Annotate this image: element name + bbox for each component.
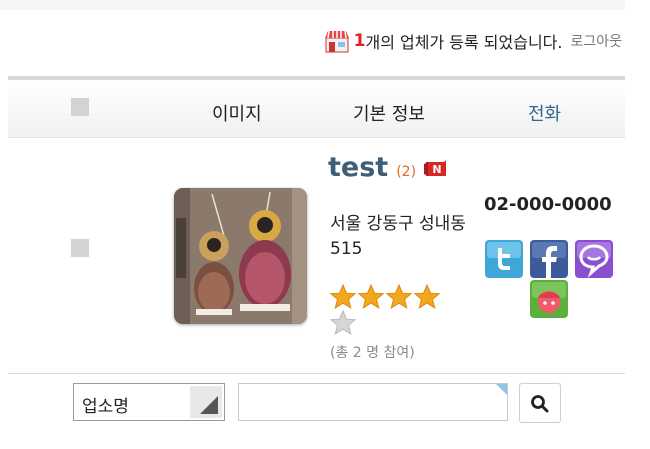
logout-link[interactable]: 로그아웃 [570, 31, 622, 51]
registration-notice: 1 개의 업체가 등록 되었습니다. 로그아웃 [324, 28, 622, 54]
header-phone[interactable]: 전화 [528, 100, 561, 126]
business-name[interactable]: test [328, 152, 388, 183]
registered-count: 1 [353, 31, 366, 51]
input-corner-marker [496, 384, 507, 395]
business-address: 서울 강동구 성내동 515 [330, 214, 466, 259]
rating-stars [329, 283, 448, 336]
search-bar: 업소명 [0, 375, 625, 449]
registered-message: 개의 업체가 등록 되었습니다. [365, 33, 563, 52]
top-strip [0, 0, 625, 10]
business-phone[interactable]: 02-000-0000 [484, 194, 612, 215]
header-basic-info: 기본 정보 [353, 104, 425, 125]
shop-icon [324, 29, 350, 53]
search-field-select[interactable]: 업소명 [73, 383, 225, 421]
new-badge-icon: N [424, 158, 448, 178]
table-header: 이미지 기본 정보 전화 [8, 76, 625, 138]
star-filled-icon [357, 283, 385, 310]
header-image: 이미지 [212, 104, 262, 125]
listing-row: test (2) N 서울 강동구 성내동 515 (총 2 명 참여) 02-… [8, 138, 625, 374]
rating-participants: (총 2 명 참여) [330, 345, 415, 361]
search-input[interactable] [238, 383, 508, 421]
me2day-icon[interactable] [530, 280, 568, 318]
star-filled-icon [385, 283, 413, 310]
twitter-icon[interactable] [485, 240, 523, 278]
listing-title: test (2) N [328, 152, 448, 183]
facebook-icon[interactable] [530, 240, 568, 278]
search-field-selected: 업소명 [82, 397, 129, 417]
search-button[interactable] [519, 383, 561, 423]
review-count: (2) [396, 164, 417, 180]
listing-thumbnail[interactable] [174, 188, 307, 324]
star-empty-icon [329, 309, 357, 336]
star-filled-icon [413, 283, 441, 310]
svg-text:N: N [432, 163, 441, 176]
row-checkbox[interactable] [71, 239, 89, 257]
chat-bubble-icon[interactable] [575, 240, 613, 278]
star-filled-icon [329, 283, 357, 310]
select-all-checkbox[interactable] [71, 98, 89, 116]
dropdown-arrow-icon[interactable] [190, 386, 222, 418]
